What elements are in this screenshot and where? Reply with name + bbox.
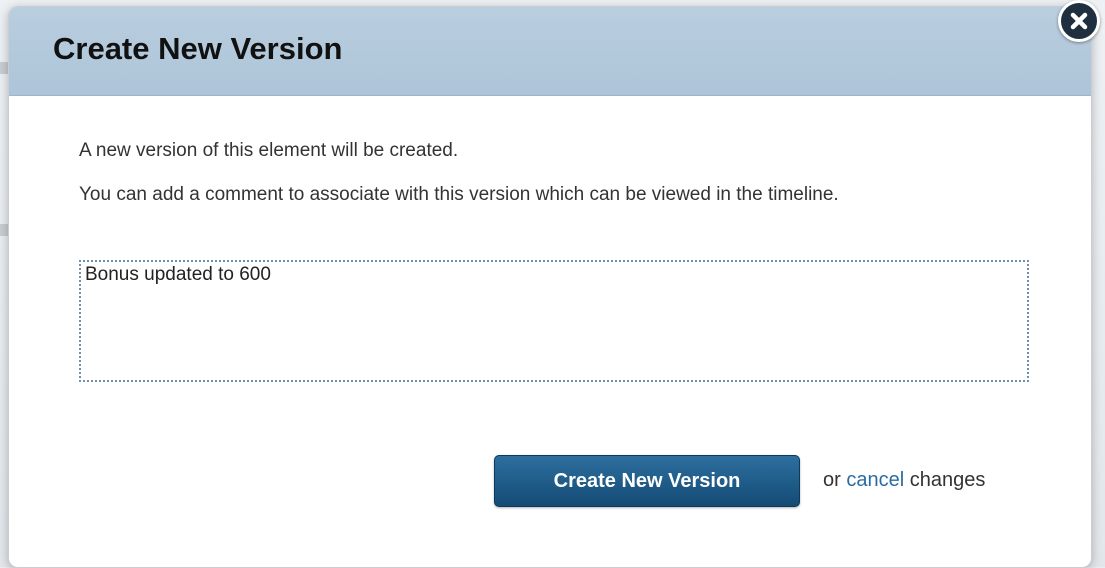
cancel-line: or cancel changes: [823, 469, 985, 492]
comment-instructions: You can add a comment to associate with …: [79, 184, 839, 205]
version-comment-input[interactable]: Bonus updated to 600: [79, 260, 1029, 382]
background-fragment: [0, 224, 8, 236]
info-message: A new version of this element will be cr…: [79, 140, 459, 161]
dialog-title: Create New Version: [53, 31, 343, 66]
create-version-dialog: Create New Version A new version of this…: [8, 6, 1092, 568]
background-fragment: [0, 62, 8, 74]
cancel-link[interactable]: cancel: [846, 469, 904, 491]
close-button[interactable]: [1058, 0, 1100, 42]
cancel-suffix: changes: [904, 469, 986, 491]
cancel-prefix: or: [823, 469, 847, 491]
dialog-header: Create New Version: [9, 7, 1091, 96]
create-new-version-button[interactable]: Create New Version: [494, 455, 800, 507]
close-icon: [1070, 12, 1088, 30]
